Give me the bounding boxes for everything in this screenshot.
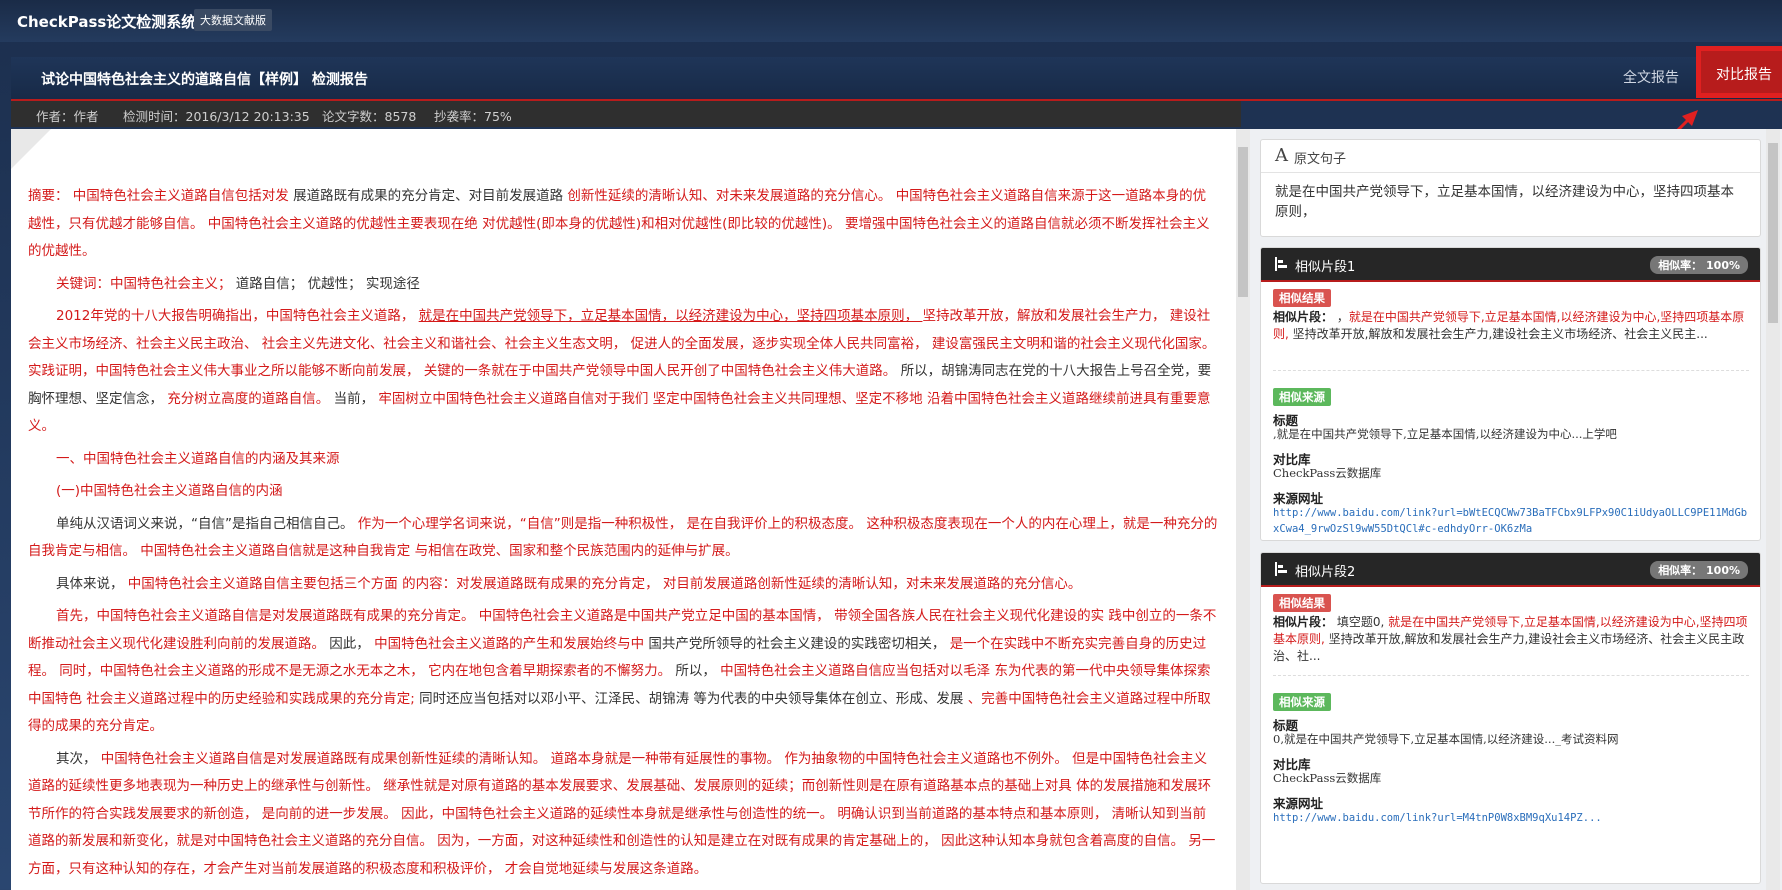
matched-text: 2012年党的十八大报告明确指出，中国特色社会主义道路， — [56, 308, 419, 324]
matched-text: 中国特色社会主义道路的产生和发展始终与中 — [374, 635, 649, 652]
fragment-prefix: 填空题0, — [1333, 615, 1389, 629]
matched-text: (一)中国特色社会主义道路自信的内涵 — [56, 483, 283, 499]
plain-text: 同时还应当包括对以邓小平、江泽民、胡锦涛 等为代表的中央领导集体在创立、形成、发… — [419, 690, 968, 707]
document-paragraph: 其次， 中国特色社会主义道路自信是对发展道路既有成果创新性延续的清晰认知。 道路… — [28, 746, 1218, 884]
plain-text: 道路自信； 优越性； 实现途径 — [235, 275, 420, 292]
similarity-rate-badge: 相似率： 100% — [1650, 561, 1748, 579]
fragment-header: 相似片段1 相似率： 100% — [1261, 248, 1760, 282]
source-db-value: CheckPass云数据库 — [1273, 771, 1382, 785]
fragment-rest: 坚持改革开放,解放和发展社会生产力,建设社会主义市场经济、社会主义民主... — [1288, 327, 1708, 341]
source-badge: 相似来源 — [1273, 693, 1331, 711]
plain-text: 其次， — [56, 750, 101, 767]
plain-text: 具体来说， — [56, 575, 128, 592]
original-sentence-panel: A 原文句子 就是在中国共产党领导下，立足基本国情，以经济建设为中心，坚持四项基… — [1260, 139, 1761, 237]
meta-words: 论文字数：8578 — [322, 109, 417, 124]
document-scrollbar[interactable] — [1236, 129, 1250, 890]
report-meta-bar: 作者：作者 检测时间：2016/3/12 20:13:35 论文字数：8578 … — [11, 101, 1241, 127]
document-paragraph: 关键词：中国特色社会主义； 道路自信； 优越性； 实现途径 — [28, 271, 1218, 299]
source-url-link[interactable]: http://www.baidu.com/link?url=M4tnP0W8xB… — [1273, 810, 1749, 826]
compare-pane: A 原文句子 就是在中国共产党领导下，立足基本国情，以经济建设为中心，坚持四项基… — [1250, 129, 1782, 890]
bar-chart-icon — [1275, 562, 1287, 576]
top-bar: CheckPass论文检测系统 大数据文献版 — [0, 0, 1782, 42]
matched-text: 中国特色社会主义道路自信是对发展道路既有成果创新性延续的清晰认知。 道路本身就是… — [28, 750, 1216, 877]
font-a-icon: A — [1275, 145, 1288, 166]
result-badge: 相似结果 — [1273, 289, 1331, 307]
fragment-title: 相似片段1 — [1295, 260, 1356, 275]
source-db-value: CheckPass云数据库 — [1273, 466, 1382, 480]
report-title: 试论中国特色社会主义的道路自信【样例】 检测报告 — [41, 72, 368, 88]
document-paragraph: 摘要： 中国特色社会主义道路自信包括对发 展道路既有成果的充分肯定、对目前发展道… — [28, 183, 1218, 266]
source-badge: 相似来源 — [1273, 388, 1331, 406]
matched-text: 中国特色社会主义道路的优越性主要表现在绝 对优越性(即本身的优越性)和相对优越性… — [207, 215, 845, 232]
document-paragraph: 具体来说， 中国特色社会主义道路自信主要包括三个方面 的内容：对发展道路既有成果… — [28, 571, 1218, 599]
plain-text: 当前， — [333, 390, 379, 407]
original-sentence-title: 原文句子 — [1294, 152, 1347, 167]
tab-compare-label: 对比报告 — [1716, 67, 1772, 83]
plain-text: 因此， — [329, 635, 375, 652]
meta-author: 作者：作者 — [36, 109, 99, 124]
source-title-value: 0,就是在中国共产党领导下,立足基本国情,以经济建设..._考试资料网 — [1273, 732, 1619, 746]
matched-text: 充分树立高度的道路自信。 — [167, 390, 334, 407]
similarity-rate-badge: 相似率： 100% — [1650, 256, 1748, 274]
tab-compare-report[interactable]: 对比报告 — [1696, 46, 1782, 98]
matched-text: 中国特色社会主义道路自信主要包括三个方面 的内容：对发展道路既有成果的充分肯定，… — [127, 575, 1082, 592]
document-paragraph: 一、中国特色社会主义道路自信的内涵及其来源 — [28, 446, 1218, 474]
matched-text: 关键词：中国特色社会主义； — [56, 275, 236, 292]
plain-text: 单纯从汉语词义来说，“自信”是指自己相信自己。 — [56, 515, 358, 532]
plain-text: 国共产党所领导的社会主义建设的实践密切相关， — [648, 635, 950, 652]
matched-text: 中国特色社会主义道路自信包括对发 — [72, 188, 294, 204]
meta-time: 检测时间：2016/3/12 20:13:35 — [123, 109, 310, 124]
compare-scrollbar[interactable] — [1766, 129, 1780, 890]
source-url-link[interactable]: http://www.baidu.com/link?url=bWtECQCWw7… — [1273, 505, 1749, 537]
plain-text: 所以， — [675, 663, 721, 679]
divider — [1273, 370, 1749, 371]
bar-chart-icon — [1275, 257, 1287, 271]
document-paragraph: 2012年党的十八大报告明确指出，中国特色社会主义道路， 就是在中国共产党领导下… — [28, 303, 1218, 441]
similar-fragment-card: 相似片段2 相似率： 100% 相似结果 相似片段： 填空题0, 就是在中国共产… — [1260, 552, 1761, 884]
fragment-text: 相似片段： 填空题0, 就是在中国共产党领导下,立足基本国情,以经济建设为中心,… — [1273, 614, 1749, 665]
matched-text: 摘要： — [28, 188, 73, 204]
fragment-header: 相似片段2 相似率： 100% — [1261, 553, 1760, 587]
original-sentence-text: 就是在中国共产党领导下，立足基本国情，以经济建设为中心，坚持四项基本原则， — [1275, 184, 1734, 220]
plain-text: 展道路既有成果的充分肯定、对目前发展道路 — [293, 188, 568, 204]
meta-rate: 抄袭率：75% — [434, 109, 512, 124]
page-corner-fold — [11, 129, 51, 169]
fragment-label: 相似片段： — [1273, 310, 1334, 324]
document-paragraph: 首先，中国特色社会主义道路自信是对发展道路既有成果的充分肯定。 中国特色社会主义… — [28, 603, 1218, 741]
document-pane: 摘要： 中国特色社会主义道路自信包括对发 展道路既有成果的充分肯定、对目前发展道… — [11, 129, 1239, 890]
matched-text: 就是在中国共产党领导下，立足基本国情，以经济建设为中心，坚持四项基本原则， — [418, 308, 923, 324]
similar-fragment-card: 相似片段1 相似率： 100% 相似结果 相似片段： ，就是在中国共产党领导下,… — [1260, 247, 1761, 541]
fragment-prefix: ， — [1333, 310, 1349, 324]
document-body: 摘要： 中国特色社会主义道路自信包括对发 展道路既有成果的充分肯定、对目前发展道… — [28, 183, 1218, 888]
source-title-value: ,就是在中国共产党领导下,立足基本国情,以经济建设为中心...上学吧 — [1273, 427, 1617, 441]
matched-text: 一、中国特色社会主义道路自信的内涵及其来源 — [56, 450, 340, 467]
fragment-label: 相似片段： — [1273, 615, 1334, 629]
fragment-title: 相似片段2 — [1295, 565, 1356, 580]
document-paragraph: (一)中国特色社会主义道路自信的内涵 — [28, 478, 1218, 506]
app-title: CheckPass论文检测系统 — [17, 13, 197, 31]
edition-badge: 大数据文献版 — [194, 9, 272, 31]
result-badge: 相似结果 — [1273, 594, 1331, 612]
compare-scroll-thumb[interactable] — [1768, 143, 1778, 323]
tab-full-report[interactable]: 全文报告 — [1623, 67, 1679, 87]
fragment-rest: 坚持改革开放,解放和发展社会生产力,建设社会主义市场经济、社会主义民主政治、社.… — [1273, 632, 1745, 663]
document-paragraph: 单纯从汉语词义来说，“自信”是指自己相信自己。 作为一个心理学名词来说，“自信”… — [28, 511, 1218, 566]
report-header: 试论中国特色社会主义的道路自信【样例】 检测报告 全文报告 对比报告 — [11, 46, 1782, 101]
matched-text: 创新性延续的清晰认知、对未来发展道路的充分信心。 — [567, 188, 896, 204]
document-scroll-thumb[interactable] — [1238, 147, 1248, 297]
original-sentence-header: A 原文句子 — [1261, 140, 1760, 173]
fragment-text: 相似片段： ，就是在中国共产党领导下,立足基本国情,以经济建设为中心,坚持四项基… — [1273, 309, 1749, 343]
divider — [1273, 675, 1749, 676]
